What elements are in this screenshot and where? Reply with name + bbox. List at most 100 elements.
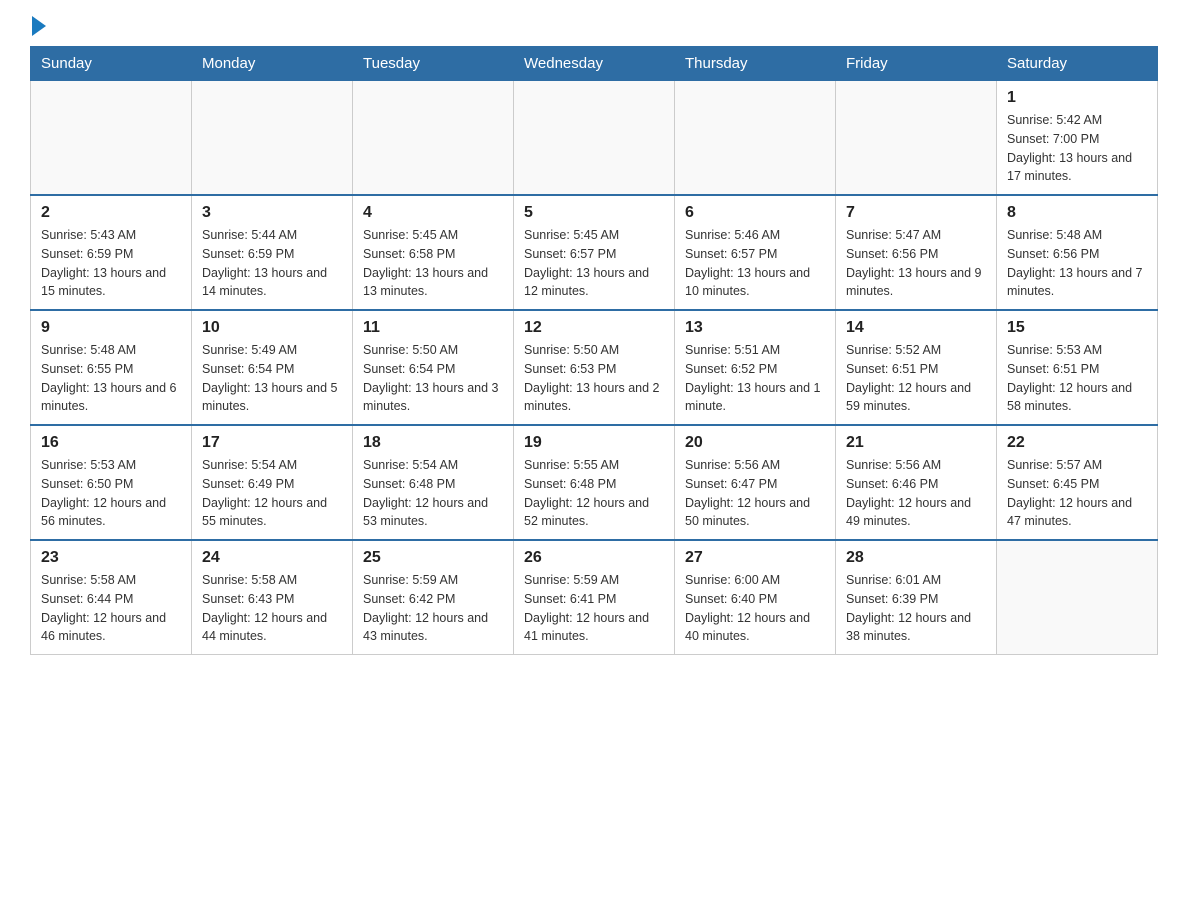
- calendar-cell: 14 Sunrise: 5:52 AM Sunset: 6:51 PM Dayli…: [836, 310, 997, 425]
- day-number: 3: [202, 204, 342, 222]
- day-info: Sunrise: 5:53 AM Sunset: 6:50 PM Dayligh…: [41, 456, 181, 531]
- calendar-week-row: 2 Sunrise: 5:43 AM Sunset: 6:59 PM Daylig…: [31, 195, 1158, 310]
- day-number: 9: [41, 319, 181, 337]
- weekday-header-friday: Friday: [836, 47, 997, 81]
- day-number: 27: [685, 549, 825, 567]
- calendar-cell: 20 Sunrise: 5:56 AM Sunset: 6:47 PM Dayli…: [675, 425, 836, 540]
- weekday-header-monday: Monday: [192, 47, 353, 81]
- day-info: Sunrise: 5:50 AM Sunset: 6:53 PM Dayligh…: [524, 341, 664, 416]
- calendar-cell: [675, 81, 836, 196]
- calendar-cell: [997, 540, 1158, 655]
- day-info: Sunrise: 5:59 AM Sunset: 6:42 PM Dayligh…: [363, 571, 503, 646]
- day-info: Sunrise: 5:46 AM Sunset: 6:57 PM Dayligh…: [685, 226, 825, 301]
- day-number: 16: [41, 434, 181, 452]
- weekday-header-wednesday: Wednesday: [514, 47, 675, 81]
- calendar-cell: 10 Sunrise: 5:49 AM Sunset: 6:54 PM Dayli…: [192, 310, 353, 425]
- day-info: Sunrise: 5:47 AM Sunset: 6:56 PM Dayligh…: [846, 226, 986, 301]
- day-info: Sunrise: 5:58 AM Sunset: 6:44 PM Dayligh…: [41, 571, 181, 646]
- page-header: [30, 20, 1158, 36]
- calendar-cell: 3 Sunrise: 5:44 AM Sunset: 6:59 PM Daylig…: [192, 195, 353, 310]
- calendar-cell: 12 Sunrise: 5:50 AM Sunset: 6:53 PM Dayli…: [514, 310, 675, 425]
- calendar-cell: 17 Sunrise: 5:54 AM Sunset: 6:49 PM Dayli…: [192, 425, 353, 540]
- day-info: Sunrise: 5:55 AM Sunset: 6:48 PM Dayligh…: [524, 456, 664, 531]
- day-info: Sunrise: 5:52 AM Sunset: 6:51 PM Dayligh…: [846, 341, 986, 416]
- day-number: 10: [202, 319, 342, 337]
- day-info: Sunrise: 5:45 AM Sunset: 6:57 PM Dayligh…: [524, 226, 664, 301]
- calendar-cell: 2 Sunrise: 5:43 AM Sunset: 6:59 PM Daylig…: [31, 195, 192, 310]
- calendar-week-row: 16 Sunrise: 5:53 AM Sunset: 6:50 PM Dayli…: [31, 425, 1158, 540]
- day-number: 28: [846, 549, 986, 567]
- calendar-cell: 5 Sunrise: 5:45 AM Sunset: 6:57 PM Daylig…: [514, 195, 675, 310]
- calendar-cell: 11 Sunrise: 5:50 AM Sunset: 6:54 PM Dayli…: [353, 310, 514, 425]
- calendar-table: SundayMondayTuesdayWednesdayThursdayFrid…: [30, 46, 1158, 655]
- day-number: 26: [524, 549, 664, 567]
- day-number: 5: [524, 204, 664, 222]
- day-info: Sunrise: 5:42 AM Sunset: 7:00 PM Dayligh…: [1007, 111, 1147, 186]
- day-info: Sunrise: 6:00 AM Sunset: 6:40 PM Dayligh…: [685, 571, 825, 646]
- day-number: 8: [1007, 204, 1147, 222]
- calendar-cell: 1 Sunrise: 5:42 AM Sunset: 7:00 PM Daylig…: [997, 81, 1158, 196]
- logo-arrow-icon: [32, 16, 46, 36]
- day-info: Sunrise: 5:45 AM Sunset: 6:58 PM Dayligh…: [363, 226, 503, 301]
- day-number: 15: [1007, 319, 1147, 337]
- calendar-cell: 28 Sunrise: 6:01 AM Sunset: 6:39 PM Dayli…: [836, 540, 997, 655]
- day-info: Sunrise: 5:50 AM Sunset: 6:54 PM Dayligh…: [363, 341, 503, 416]
- day-number: 19: [524, 434, 664, 452]
- day-number: 18: [363, 434, 503, 452]
- logo: [30, 20, 46, 36]
- calendar-week-row: 1 Sunrise: 5:42 AM Sunset: 7:00 PM Daylig…: [31, 81, 1158, 196]
- day-info: Sunrise: 5:54 AM Sunset: 6:48 PM Dayligh…: [363, 456, 503, 531]
- day-info: Sunrise: 5:56 AM Sunset: 6:46 PM Dayligh…: [846, 456, 986, 531]
- day-info: Sunrise: 5:48 AM Sunset: 6:56 PM Dayligh…: [1007, 226, 1147, 301]
- calendar-cell: [514, 81, 675, 196]
- weekday-header-thursday: Thursday: [675, 47, 836, 81]
- day-number: 1: [1007, 89, 1147, 107]
- day-info: Sunrise: 5:44 AM Sunset: 6:59 PM Dayligh…: [202, 226, 342, 301]
- calendar-cell: 9 Sunrise: 5:48 AM Sunset: 6:55 PM Daylig…: [31, 310, 192, 425]
- calendar-week-row: 9 Sunrise: 5:48 AM Sunset: 6:55 PM Daylig…: [31, 310, 1158, 425]
- day-number: 22: [1007, 434, 1147, 452]
- calendar-cell: 27 Sunrise: 6:00 AM Sunset: 6:40 PM Dayli…: [675, 540, 836, 655]
- day-number: 6: [685, 204, 825, 222]
- day-info: Sunrise: 5:59 AM Sunset: 6:41 PM Dayligh…: [524, 571, 664, 646]
- weekday-header-sunday: Sunday: [31, 47, 192, 81]
- day-number: 4: [363, 204, 503, 222]
- day-number: 14: [846, 319, 986, 337]
- calendar-cell: 4 Sunrise: 5:45 AM Sunset: 6:58 PM Daylig…: [353, 195, 514, 310]
- day-number: 20: [685, 434, 825, 452]
- calendar-cell: 7 Sunrise: 5:47 AM Sunset: 6:56 PM Daylig…: [836, 195, 997, 310]
- day-number: 24: [202, 549, 342, 567]
- day-number: 7: [846, 204, 986, 222]
- calendar-cell: [192, 81, 353, 196]
- day-number: 17: [202, 434, 342, 452]
- day-info: Sunrise: 5:56 AM Sunset: 6:47 PM Dayligh…: [685, 456, 825, 531]
- calendar-cell: [836, 81, 997, 196]
- day-number: 23: [41, 549, 181, 567]
- calendar-cell: 15 Sunrise: 5:53 AM Sunset: 6:51 PM Dayli…: [997, 310, 1158, 425]
- calendar-cell: 25 Sunrise: 5:59 AM Sunset: 6:42 PM Dayli…: [353, 540, 514, 655]
- calendar-week-row: 23 Sunrise: 5:58 AM Sunset: 6:44 PM Dayli…: [31, 540, 1158, 655]
- day-number: 21: [846, 434, 986, 452]
- calendar-cell: 16 Sunrise: 5:53 AM Sunset: 6:50 PM Dayli…: [31, 425, 192, 540]
- day-number: 11: [363, 319, 503, 337]
- day-number: 12: [524, 319, 664, 337]
- calendar-cell: 19 Sunrise: 5:55 AM Sunset: 6:48 PM Dayli…: [514, 425, 675, 540]
- calendar-cell: 6 Sunrise: 5:46 AM Sunset: 6:57 PM Daylig…: [675, 195, 836, 310]
- day-info: Sunrise: 5:43 AM Sunset: 6:59 PM Dayligh…: [41, 226, 181, 301]
- day-number: 2: [41, 204, 181, 222]
- day-info: Sunrise: 5:53 AM Sunset: 6:51 PM Dayligh…: [1007, 341, 1147, 416]
- weekday-header-tuesday: Tuesday: [353, 47, 514, 81]
- day-number: 25: [363, 549, 503, 567]
- weekday-header-row: SundayMondayTuesdayWednesdayThursdayFrid…: [31, 47, 1158, 81]
- calendar-cell: 8 Sunrise: 5:48 AM Sunset: 6:56 PM Daylig…: [997, 195, 1158, 310]
- day-number: 13: [685, 319, 825, 337]
- calendar-cell: [353, 81, 514, 196]
- day-info: Sunrise: 5:54 AM Sunset: 6:49 PM Dayligh…: [202, 456, 342, 531]
- calendar-cell: 13Sunrise: 5:51 AM Sunset: 6:52 PM Dayli…: [675, 310, 836, 425]
- day-info: Sunrise: 6:01 AM Sunset: 6:39 PM Dayligh…: [846, 571, 986, 646]
- day-info: Sunrise: 5:49 AM Sunset: 6:54 PM Dayligh…: [202, 341, 342, 416]
- weekday-header-saturday: Saturday: [997, 47, 1158, 81]
- calendar-cell: [31, 81, 192, 196]
- calendar-cell: 24Sunrise: 5:58 AM Sunset: 6:43 PM Dayli…: [192, 540, 353, 655]
- day-info: Sunrise: 5:48 AM Sunset: 6:55 PM Dayligh…: [41, 341, 181, 416]
